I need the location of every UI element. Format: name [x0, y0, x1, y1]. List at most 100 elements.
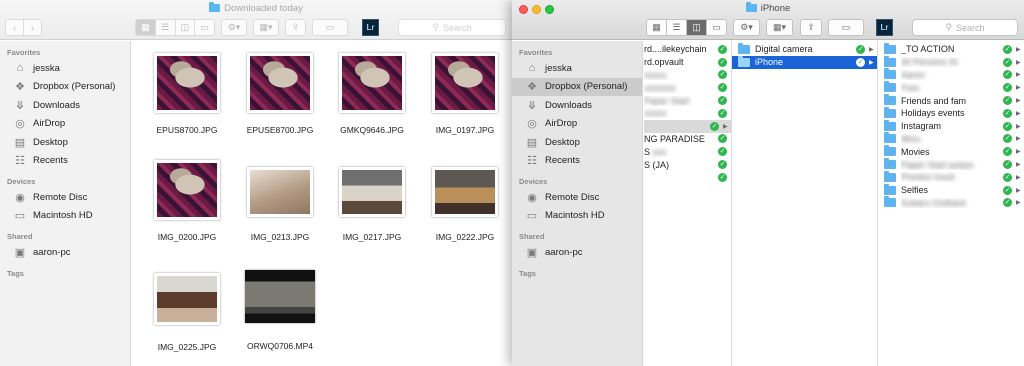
- list-item[interactable]: Selfies ✓ ▶: [878, 183, 1024, 197]
- tags-button[interactable]: ▭: [828, 19, 864, 36]
- redacted-name: Paper Start peeps: [901, 159, 974, 170]
- file-name: ORWQ0706.MP4: [247, 341, 313, 351]
- list-item[interactable]: xxxxx ✓: [644, 69, 731, 82]
- file-tile[interactable]: IMG_0213.JPG: [235, 167, 325, 242]
- file-tile[interactable]: IMG_0200.JPG: [142, 160, 232, 242]
- column-view-button[interactable]: ◫: [176, 20, 196, 35]
- sidebar-item-jesska[interactable]: ⌂ jesska: [0, 59, 130, 78]
- file-name: IMG_0197.JPG: [435, 125, 495, 135]
- file-tile[interactable]: IMG_0222.JPG: [420, 167, 510, 242]
- forward-button[interactable]: ›: [24, 20, 41, 35]
- file-tile[interactable]: ORWQ0706.MP4: [235, 270, 325, 351]
- list-item[interactable]: Holidays events ✓ ▶: [878, 106, 1024, 120]
- sidebar-item-downloads[interactable]: ⤋ Downloads: [512, 96, 642, 115]
- folder-icon: [884, 170, 896, 182]
- list-item[interactable]: NG PARADISE ✓: [644, 133, 731, 146]
- list-item[interactable]: Paper Start peeps ✓ ▶: [878, 158, 1024, 171]
- list-item[interactable]: Paper Start ✓: [644, 94, 731, 107]
- list-item[interactable]: xxxxxxx ✓: [644, 81, 731, 94]
- list-item[interactable]: Preston hood ✓ ▶: [878, 170, 1024, 184]
- sidebar-item-airdrop[interactable]: ◎ AirDrop: [512, 115, 642, 134]
- list-item[interactable]: S xxx ✓: [644, 145, 731, 158]
- synced-check-icon: ✓: [1003, 70, 1012, 80]
- group-by-button[interactable]: ▦▾: [766, 19, 793, 36]
- tags-button[interactable]: ▭: [312, 19, 348, 36]
- list-item[interactable]: Instagram ✓ ▶: [878, 119, 1024, 133]
- gallery-view-button[interactable]: ▭: [707, 20, 726, 35]
- favorites-header: Favorites: [7, 48, 41, 57]
- computer-icon: ▣: [526, 246, 538, 259]
- list-item[interactable]: _TO ACTION ✓ ▶: [878, 42, 1024, 56]
- file-tile[interactable]: IMG_0197.JPG: [420, 53, 510, 135]
- sidebar-item-remote-disc[interactable]: ◉ Remote Disc: [0, 188, 130, 207]
- sidebar-item-jesska[interactable]: ⌂ jesska: [512, 59, 642, 78]
- list-item[interactable]: Subaru Outback ✓ ▶: [878, 196, 1024, 210]
- redacted-name: xxxxxxx: [644, 82, 676, 93]
- dropbox-icon: ❖: [15, 81, 25, 94]
- sidebar-item-airdrop[interactable]: ◎ AirDrop: [0, 115, 130, 134]
- redacted-name: xxxxx: [644, 108, 667, 119]
- photo-thumbnail: [339, 167, 405, 217]
- list-item[interactable]: rd....ilekeychain ✓: [644, 43, 731, 56]
- share-button[interactable]: ⇪: [800, 19, 822, 36]
- sidebar-item-dropbox[interactable]: ❖ Dropbox (Personal): [0, 78, 130, 97]
- lightroom-icon[interactable]: Lr: [876, 19, 893, 36]
- file-tile[interactable]: EPUSE8700.JPG: [235, 53, 325, 135]
- sidebar-item-desktop[interactable]: ▤ Desktop: [0, 133, 130, 152]
- sidebar-item-macintosh-hd[interactable]: ▭ Macintosh HD: [0, 207, 130, 226]
- list-item[interactable]: ✓: [644, 171, 731, 184]
- list-item[interactable]: xxxxx ✓: [644, 107, 731, 120]
- sidebar-item-aaron-pc[interactable]: ▣ aaron-pc: [0, 243, 130, 262]
- icon-view-button[interactable]: ▦: [136, 20, 156, 35]
- list-item[interactable]: Friends and fam ✓ ▶: [878, 94, 1024, 107]
- gear-icon: ⚙▾: [227, 22, 241, 32]
- list-item[interactable]: Movies ✓ ▶: [878, 145, 1024, 158]
- action-gear-button[interactable]: ⚙▾: [221, 19, 247, 36]
- back-button[interactable]: ‹: [6, 20, 24, 35]
- list-item[interactable]: Fres ✓ ▶: [878, 81, 1024, 94]
- tags-header: Tags: [519, 268, 536, 278]
- list-item[interactable]: rd.opvault ✓: [644, 56, 731, 69]
- file-tile[interactable]: GMKQ9646.JPG: [327, 53, 417, 135]
- chevron-right-icon: ▶: [1016, 187, 1021, 194]
- synced-check-icon: ✓: [718, 57, 727, 67]
- sidebar-item-macintosh-hd[interactable]: ▭ Macintosh HD: [512, 207, 642, 226]
- sidebar-item-remote-disc[interactable]: ◉ Remote Disc: [512, 188, 642, 207]
- list-view-button[interactable]: ☰: [667, 20, 687, 35]
- share-button[interactable]: ⇪: [285, 19, 306, 36]
- file-tile[interactable]: EPUS8700.JPG: [142, 53, 232, 135]
- sidebar-item-dropbox[interactable]: ❖ Dropbox (Personal): [512, 77, 642, 96]
- group-by-button[interactable]: ▦▾: [253, 19, 279, 36]
- gallery-view-button[interactable]: ▭: [195, 20, 214, 35]
- list-item[interactable]: Minu ✓ ▶: [878, 132, 1024, 146]
- list-item[interactable]: Aaron ✓ ▶: [878, 68, 1024, 82]
- file-tile[interactable]: IMG_0225.JPG: [142, 273, 232, 352]
- file-tile[interactable]: IMG_0217.JPG: [327, 167, 417, 242]
- list-item-selected[interactable]: ✓ ▶: [644, 119, 731, 133]
- icon-view-button[interactable]: ▦: [647, 20, 667, 35]
- sidebar-item-recents[interactable]: ☷ Recents: [0, 152, 130, 171]
- synced-check-icon: ✓: [1003, 121, 1012, 131]
- list-item-iphone[interactable]: iPhone ✓ ▶: [732, 55, 877, 69]
- file-name: IMG_0200.JPG: [157, 232, 217, 242]
- sidebar-item-downloads[interactable]: ⤋ Downloads: [0, 96, 130, 115]
- sidebar-item-desktop[interactable]: ▤ Desktop: [512, 133, 642, 152]
- action-gear-button[interactable]: ⚙▾: [733, 19, 760, 36]
- sidebar-item-aaron-pc[interactable]: ▣ aaron-pc: [512, 243, 642, 262]
- search-input[interactable]: ⚲ Search: [912, 19, 1018, 36]
- list-item-digital-camera[interactable]: Digital camera ✓ ▶: [732, 42, 877, 56]
- synced-check-icon: ✓: [718, 134, 727, 144]
- redacted-name: 30 Persons St: [901, 57, 958, 68]
- sidebar-item-recents[interactable]: ☷ Recents: [512, 152, 642, 171]
- folder-icon: [884, 183, 896, 195]
- list-item[interactable]: S (JA) ✓: [644, 158, 731, 171]
- list-view-button[interactable]: ☰: [156, 20, 176, 35]
- search-input[interactable]: ⚲ Search: [398, 19, 506, 36]
- column-view-button[interactable]: ◫: [687, 20, 707, 35]
- chevron-right-icon: ▶: [1016, 85, 1021, 92]
- lightroom-icon[interactable]: Lr: [362, 19, 379, 36]
- shared-header: Shared: [7, 232, 33, 241]
- redacted-name: Paper Start: [644, 95, 690, 106]
- list-item[interactable]: 30 Persons St ✓ ▶: [878, 55, 1024, 69]
- chevron-right-icon: ▶: [869, 59, 874, 66]
